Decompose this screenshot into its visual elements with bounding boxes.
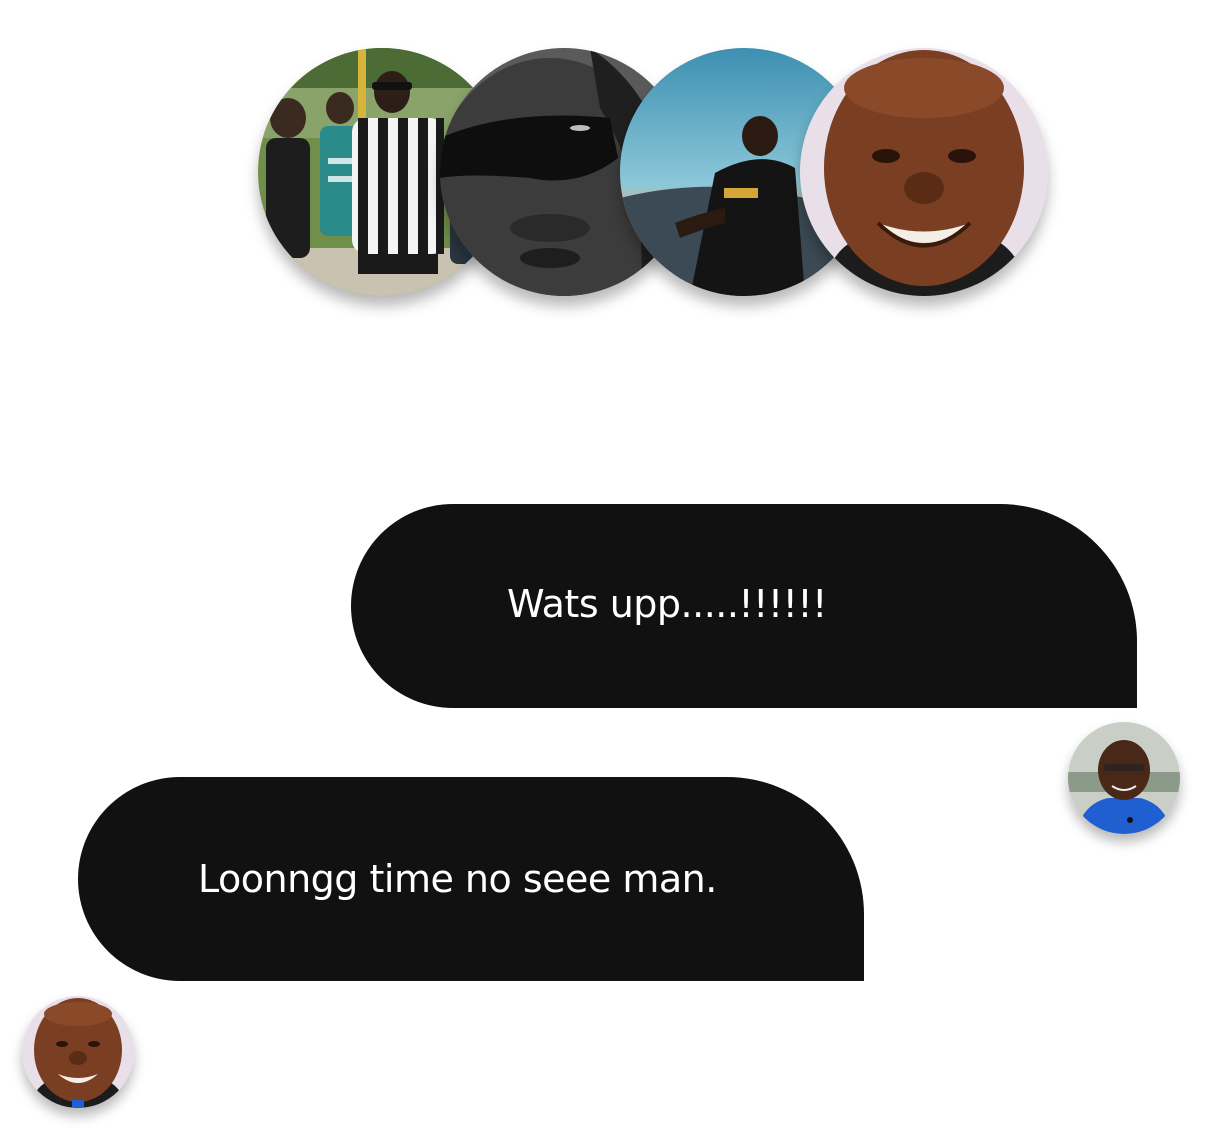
sender-avatar[interactable] <box>1068 722 1180 834</box>
message-text: Wats upp.....!!!!!! <box>507 582 827 626</box>
message-bubble-outgoing[interactable]: Wats upp.....!!!!!! <box>351 504 1137 708</box>
sender-photo <box>1068 722 1180 834</box>
participants-avatar-stack <box>258 48 1058 308</box>
sender-avatar[interactable] <box>22 996 134 1108</box>
sender-photo <box>22 996 134 1108</box>
message-bubble-incoming[interactable]: Loonngg time no seee man. <box>78 777 864 981</box>
participant-photo-4 <box>800 48 1048 296</box>
participant-avatar[interactable] <box>800 48 1048 296</box>
message-text: Loonngg time no seee man. <box>198 857 717 901</box>
